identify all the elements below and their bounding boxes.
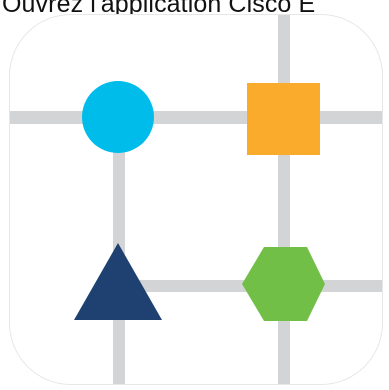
circle-node-icon xyxy=(82,81,154,153)
hexagon-node-icon xyxy=(242,247,325,321)
square-node-icon xyxy=(247,83,320,155)
grid-line-horizontal-top xyxy=(10,111,382,124)
screenshot-page: Ouvrez l'application Cisco E xyxy=(0,0,389,390)
grid-lines xyxy=(10,15,382,384)
app-icon[interactable] xyxy=(9,14,383,385)
grid-line-vertical-right xyxy=(278,15,290,384)
network-diagram-icon xyxy=(10,15,382,384)
